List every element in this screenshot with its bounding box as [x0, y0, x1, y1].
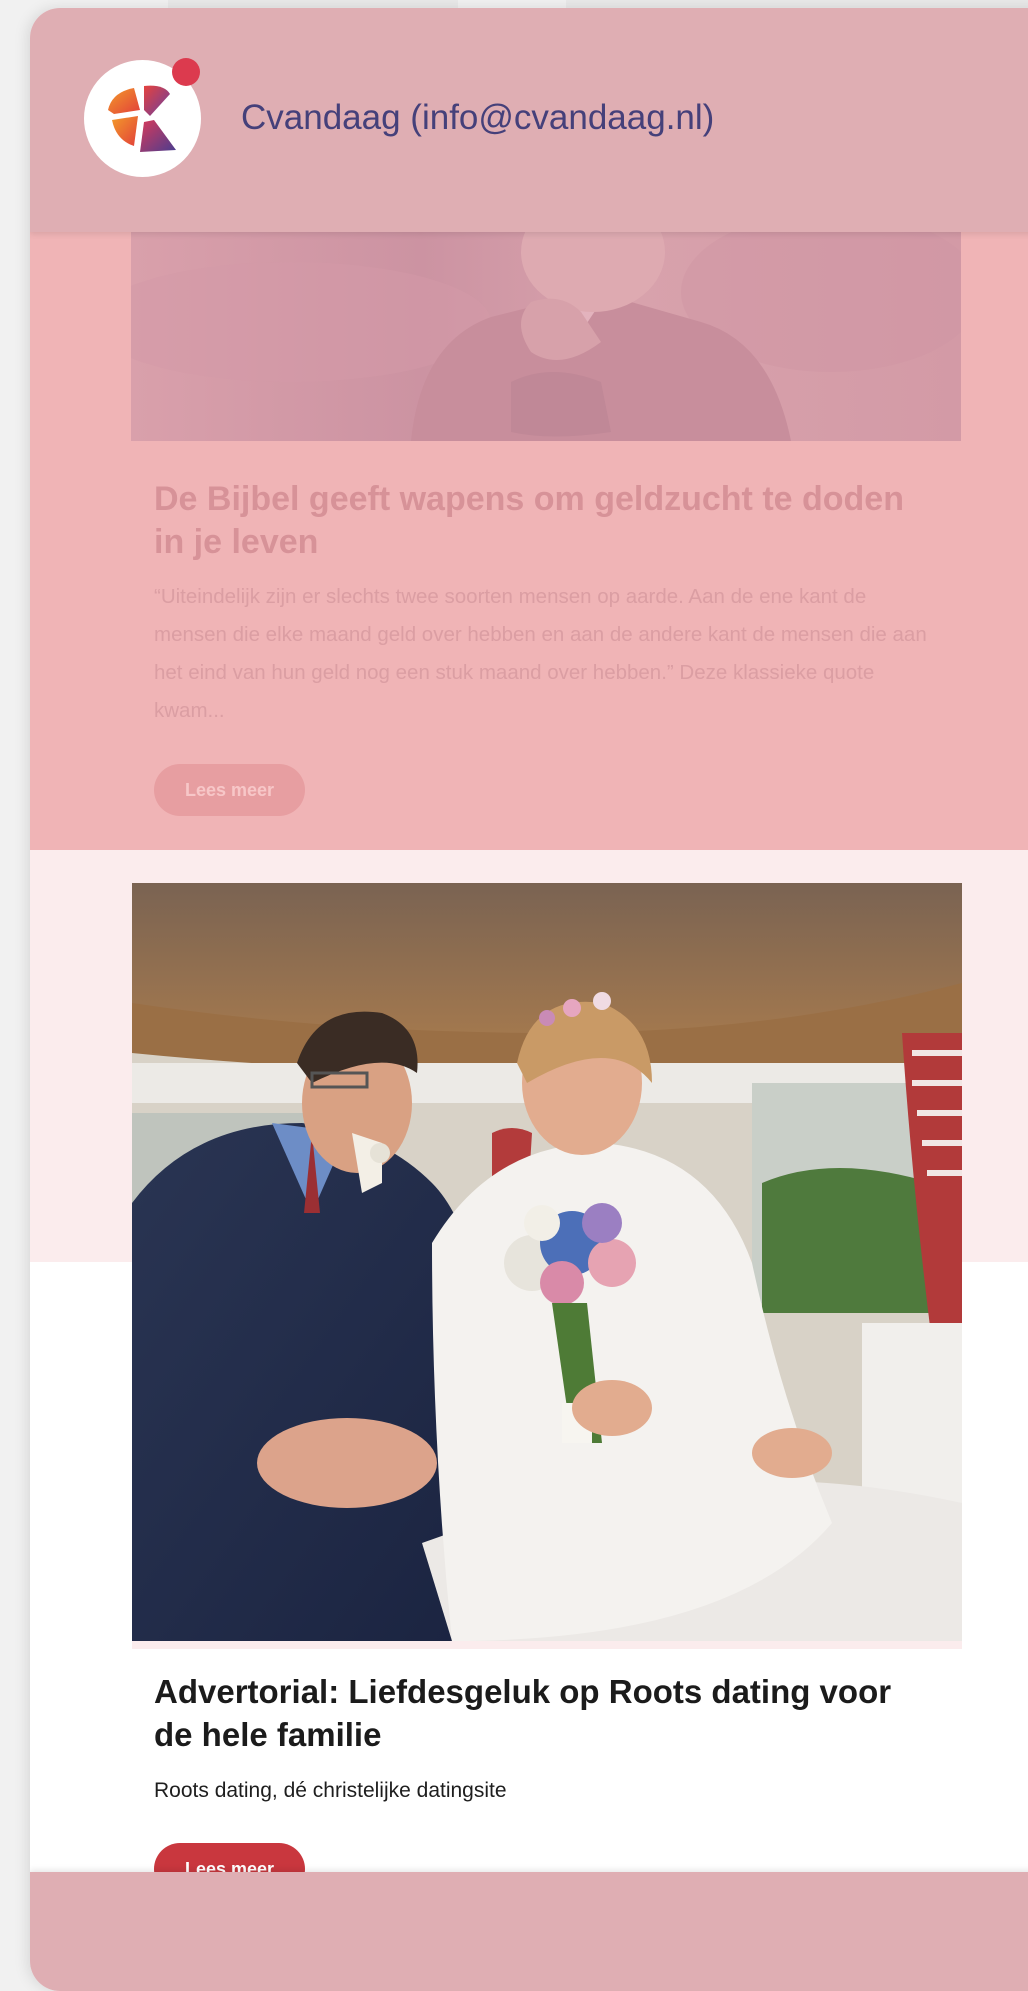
cvandaag-logo-icon [108, 85, 176, 152]
advertorial-excerpt: Roots dating, dé christelijke datingsite [154, 1779, 507, 1802]
wedding-couple-image [132, 883, 962, 1641]
photo-underline [132, 1641, 962, 1649]
notification-dot [172, 58, 200, 86]
article-title[interactable]: De Bijbel geeft wapens om geldzucht te d… [154, 478, 934, 564]
article-excerpt: “Uiteindelijk zijn er slechts twee soort… [154, 585, 927, 722]
wedding-couple-photo[interactable] [132, 883, 962, 1641]
email-card: Cvandaag (info@cvandaag.nl) De Bijbel ge… [30, 8, 1028, 1991]
advertorial-title[interactable]: Advertorial: Liefdesgeluk op Roots datin… [154, 1670, 934, 1756]
sender-name: Cvandaag (info@cvandaag.nl) [241, 98, 715, 137]
man-portrait-image [131, 232, 961, 441]
read-more-button[interactable]: Lees meer [154, 764, 305, 816]
email-footer-bar [30, 1872, 1028, 1991]
article-card-faded: De Bijbel geeft wapens om geldzucht te d… [30, 232, 1028, 850]
email-header: Cvandaag (info@cvandaag.nl) [30, 8, 1028, 232]
article-image-man-thinking [131, 232, 961, 441]
